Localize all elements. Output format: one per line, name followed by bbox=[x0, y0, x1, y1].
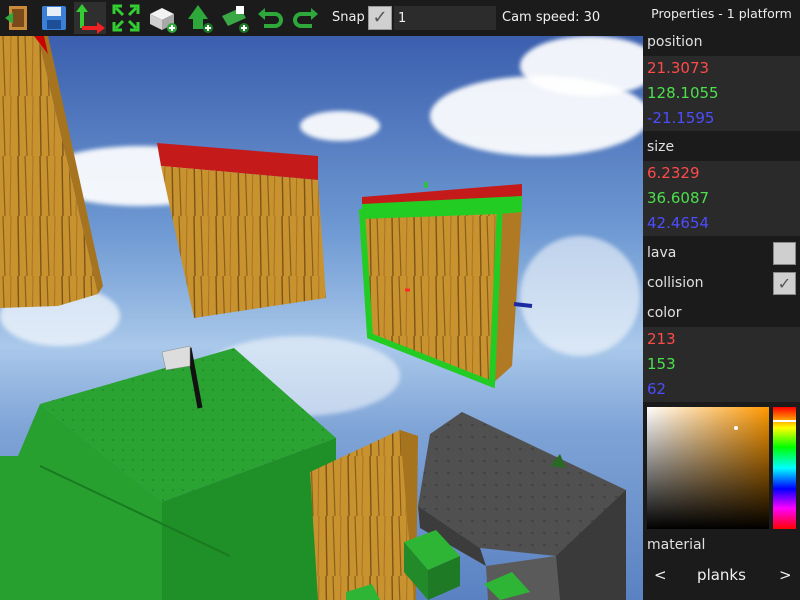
3d-viewport[interactable] bbox=[0, 36, 643, 600]
material-name: planks bbox=[697, 566, 746, 584]
snap-value-input[interactable] bbox=[394, 6, 496, 30]
toolbar: Snap ✓ Cam speed: 30 bbox=[0, 0, 643, 36]
picker-cursor[interactable] bbox=[734, 426, 738, 430]
redo-icon[interactable] bbox=[290, 2, 322, 34]
cam-speed-label: Cam speed: 30 bbox=[502, 10, 601, 25]
properties-title: Properties - 1 platform bbox=[651, 6, 792, 21]
collision-label: collision bbox=[647, 275, 704, 291]
color-label: color bbox=[647, 305, 682, 321]
lava-checkbox[interactable] bbox=[773, 242, 796, 265]
size-y-field[interactable]: 36.6087 bbox=[647, 186, 800, 211]
scene bbox=[0, 36, 626, 600]
position-x-field[interactable]: 21.3073 bbox=[647, 56, 800, 81]
color-r-field[interactable]: 213 bbox=[647, 327, 800, 352]
material-label: material bbox=[647, 537, 706, 553]
collision-checkbox[interactable]: ✓ bbox=[773, 272, 796, 295]
lava-label: lava bbox=[647, 245, 677, 261]
check-icon: ✓ bbox=[777, 274, 792, 293]
hue-slider-marker[interactable] bbox=[773, 420, 796, 422]
add-spawn-icon[interactable] bbox=[182, 2, 214, 34]
save-icon[interactable] bbox=[38, 2, 70, 34]
material-next-button[interactable]: > bbox=[779, 566, 792, 584]
hue-slider[interactable] bbox=[773, 407, 796, 529]
snap-checkbox[interactable]: ✓ bbox=[368, 6, 392, 30]
scale-tool-icon[interactable] bbox=[110, 2, 142, 34]
add-goal-icon[interactable] bbox=[218, 2, 250, 34]
wood-platform[interactable] bbox=[161, 166, 326, 318]
check-icon: ✓ bbox=[372, 7, 388, 28]
add-block-icon[interactable] bbox=[146, 2, 178, 34]
properties-panel: Properties - 1 platform position 21.3073… bbox=[643, 0, 800, 600]
size-x-field[interactable]: 6.2329 bbox=[647, 161, 800, 186]
color-picker-square[interactable] bbox=[647, 407, 769, 529]
position-z-field[interactable]: -21.1595 bbox=[647, 106, 800, 131]
selected-platform[interactable] bbox=[358, 182, 533, 389]
exit-icon[interactable] bbox=[3, 2, 35, 34]
undo-icon[interactable] bbox=[254, 2, 286, 34]
size-label: size bbox=[647, 139, 675, 155]
grass-platform[interactable] bbox=[0, 348, 336, 600]
material-prev-button[interactable]: < bbox=[654, 566, 667, 584]
position-label: position bbox=[647, 34, 703, 50]
color-b-field[interactable]: 62 bbox=[647, 377, 800, 402]
size-z-field[interactable]: 42.4654 bbox=[647, 211, 800, 236]
move-tool-icon[interactable] bbox=[74, 2, 106, 34]
position-y-field[interactable]: 128.1055 bbox=[647, 81, 800, 106]
snap-label: Snap bbox=[332, 10, 365, 25]
color-g-field[interactable]: 153 bbox=[647, 352, 800, 377]
